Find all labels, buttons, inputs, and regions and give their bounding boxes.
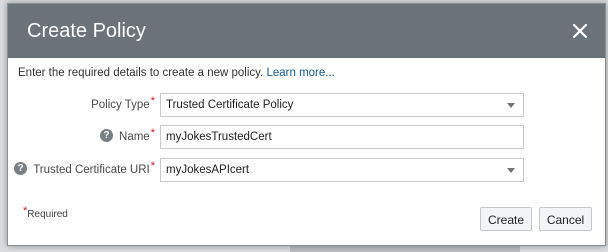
policy-type-label-text: Policy Type (91, 99, 150, 111)
required-marker: * (150, 127, 155, 139)
create-button[interactable]: Create (480, 207, 532, 231)
close-icon (572, 23, 588, 39)
trusted-cert-uri-select[interactable]: myJokesAPIcert (160, 158, 524, 182)
create-policy-dialog: Create Policy Enter the required details… (7, 3, 606, 246)
chevron-down-icon (507, 168, 515, 173)
policy-type-select[interactable]: Trusted Certificate Policy (160, 93, 524, 117)
help-icon[interactable]: ? (14, 162, 28, 176)
policy-type-row: Policy Type* Trusted Certificate Policy (8, 93, 605, 117)
policy-type-label: Policy Type* (91, 93, 155, 117)
name-row: ? Name* myJokesTrustedCert (8, 125, 605, 149)
dialog-header: Create Policy (8, 4, 605, 58)
name-input[interactable]: myJokesTrustedCert (160, 125, 524, 149)
close-button[interactable] (569, 20, 591, 42)
required-marker: * (23, 205, 28, 217)
name-label-text: Name (119, 131, 150, 143)
required-note: *Required (22, 205, 68, 220)
required-marker: * (150, 95, 155, 107)
name-value: myJokesTrustedCert (166, 131, 272, 143)
trusted-cert-uri-label-text: Trusted Certificate URI (33, 164, 150, 176)
help-icon[interactable]: ? (100, 129, 114, 143)
learn-more-link[interactable]: Learn more... (266, 67, 334, 79)
policy-type-value: Trusted Certificate Policy (166, 99, 294, 111)
intro-description: Enter the required details to create a n… (18, 67, 264, 79)
trusted-cert-uri-value: myJokesAPIcert (166, 164, 250, 176)
name-label: ? Name* (100, 125, 155, 149)
intro-text: Enter the required details to create a n… (18, 67, 335, 79)
required-marker: * (150, 160, 155, 172)
cancel-button[interactable]: Cancel (539, 207, 592, 231)
dialog-title: Create Policy (27, 20, 146, 42)
trusted-cert-uri-row: ? Trusted Certificate URI* myJokesAPIcert (8, 158, 605, 182)
trusted-cert-uri-label: ? Trusted Certificate URI* (14, 158, 155, 182)
chevron-down-icon (507, 103, 515, 108)
required-note-text: Required (27, 209, 68, 220)
